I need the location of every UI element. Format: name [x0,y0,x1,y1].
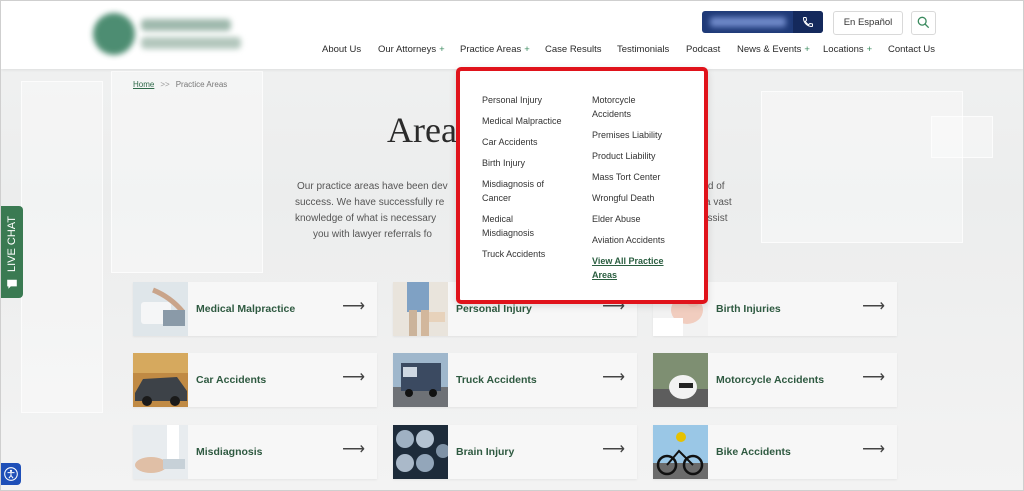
main-nav: About Us Our Attorneys + Practice Areas + … [1,44,1023,58]
card-label: Birth Injuries [716,303,781,315]
plus-icon: + [804,44,810,55]
arrow-right-icon: ⟶ [862,298,885,315]
truck-accidents-image [393,353,448,407]
practice-card-medical-malpractice[interactable]: Medical Malpractice ⟶ [133,282,377,336]
accessibility-button[interactable] [1,463,21,485]
car-accidents-image [133,353,188,407]
nav-item-locations[interactable]: Locations + [823,44,872,55]
dropdown-item-motorcycle-accidents[interactable]: Motorcycle Accidents [592,93,662,121]
breadcrumb-current: Practice Areas [175,80,228,89]
breadcrumb-separator: >> [160,80,170,89]
bike-accidents-image [653,425,708,479]
phone-number-blurred [710,17,786,27]
card-label: Bike Accidents [716,446,791,458]
dropdown-item-wrongful-death[interactable]: Wrongful Death [592,191,654,205]
page-title: Area [387,110,457,150]
dropdown-item-elder-abuse[interactable]: Elder Abuse [592,212,641,226]
nav-label: Practice Areas [460,44,522,55]
nav-label: Locations [823,44,864,55]
arrow-right-icon: ⟶ [342,369,365,386]
dropdown-item-medical-misdiagnosis[interactable]: Medical Misdiagnosis [482,212,552,240]
intro-line: you with lawyer referrals fo [313,229,432,240]
nav-item-contact-us[interactable]: Contact Us [888,44,935,55]
dropdown-item-truck-accidents[interactable]: Truck Accidents [482,247,545,261]
breadcrumb-home-link[interactable]: Home [133,80,154,89]
nav-item-podcast[interactable]: Podcast [686,44,720,55]
practice-card-truck-accidents[interactable]: Truck Accidents ⟶ [393,353,637,407]
nav-label: Testimonials [617,44,670,55]
practice-areas-dropdown: Personal Injury Medical Malpractice Car … [456,67,708,304]
background-window-pane [21,81,103,413]
dropdown-item-birth-injury[interactable]: Birth Injury [482,156,525,170]
plus-icon: + [524,44,530,55]
background-window-pane [111,71,263,273]
arrow-right-icon: ⟶ [862,369,885,386]
arrow-right-icon: ⟶ [342,298,365,315]
practice-card-motorcycle-accidents[interactable]: Motorcycle Accidents ⟶ [653,353,897,407]
background-window-pane [931,116,993,158]
dropdown-item-mass-tort-center[interactable]: Mass Tort Center [592,170,660,184]
live-chat-tab[interactable]: LIVE CHAT [1,206,23,298]
page: En Español About Us Our Attorneys + Pract… [0,0,1024,491]
card-label: Car Accidents [196,374,267,386]
card-label: Motorcycle Accidents [716,374,825,386]
nav-item-practice-areas[interactable]: Practice Areas + [460,44,530,55]
nav-label: News & Events [737,44,802,55]
misdiagnosis-image [133,425,188,479]
nav-item-our-attorneys[interactable]: Our Attorneys + [378,44,445,55]
site-header: En Español About Us Our Attorneys + Pract… [1,1,1023,69]
intro-line: success. We have successfully re [295,197,445,208]
dropdown-item-misdiagnosis-of-cancer[interactable]: Misdiagnosis of Cancer [482,177,562,205]
dropdown-item-aviation-accidents[interactable]: Aviation Accidents [592,233,665,247]
brain-injury-image [393,425,448,479]
espanol-button[interactable]: En Español [833,11,903,35]
arrow-right-icon: ⟶ [602,441,625,458]
breadcrumb: Home >> Practice Areas [133,80,227,89]
practice-card-misdiagnosis[interactable]: Misdiagnosis ⟶ [133,425,377,479]
dropdown-item-product-liability[interactable]: Product Liability [592,149,656,163]
nav-label: Contact Us [888,44,935,55]
card-label: Brain Injury [456,446,515,458]
arrow-right-icon: ⟶ [602,369,625,386]
card-label: Truck Accidents [456,374,537,386]
nav-item-case-results[interactable]: Case Results [545,44,602,55]
personal-injury-image [393,282,448,336]
live-chat-label: LIVE CHAT [6,215,18,273]
chat-bubble-icon [7,279,17,289]
intro-line: knowledge of what is necessary [295,213,437,224]
nav-item-testimonials[interactable]: Testimonials [617,44,669,55]
practice-card-bike-accidents[interactable]: Bike Accidents ⟶ [653,425,897,479]
card-label: Medical Malpractice [196,303,296,315]
practice-card-car-accidents[interactable]: Car Accidents ⟶ [133,353,377,407]
intro-line: Our practice areas have been dev [297,181,448,192]
nav-label: Our Attorneys [378,44,437,55]
nav-label: Podcast [686,44,721,55]
dropdown-item-premises-liability[interactable]: Premises Liability [592,128,662,142]
accessibility-icon [4,467,18,481]
dropdown-item-medical-malpractice[interactable]: Medical Malpractice [482,114,562,128]
dropdown-view-all-link[interactable]: View All Practice Areas [592,254,672,282]
search-button[interactable] [911,11,936,35]
phone-icon [793,11,823,33]
medical-malpractice-image [133,282,188,336]
phone-button[interactable] [702,11,823,33]
arrow-right-icon: ⟶ [342,441,365,458]
intro-line: a vast [705,197,732,208]
nav-item-about-us[interactable]: About Us [322,44,361,55]
card-label: Misdiagnosis [196,446,263,458]
background-window-pane [761,91,963,243]
logo-text-blurred [141,19,231,31]
nav-label: Case Results [545,44,602,55]
card-label: Personal Injury [456,303,532,315]
nav-label: About Us [322,44,362,55]
motorcycle-accidents-image [653,353,708,407]
search-icon [917,16,930,29]
arrow-right-icon: ⟶ [862,441,885,458]
plus-icon: + [439,44,445,55]
practice-card-brain-injury[interactable]: Brain Injury ⟶ [393,425,637,479]
nav-item-news-events[interactable]: News & Events + [737,44,810,55]
plus-icon: + [866,44,873,55]
dropdown-item-personal-injury[interactable]: Personal Injury [482,93,542,107]
dropdown-item-car-accidents[interactable]: Car Accidents [482,135,538,149]
